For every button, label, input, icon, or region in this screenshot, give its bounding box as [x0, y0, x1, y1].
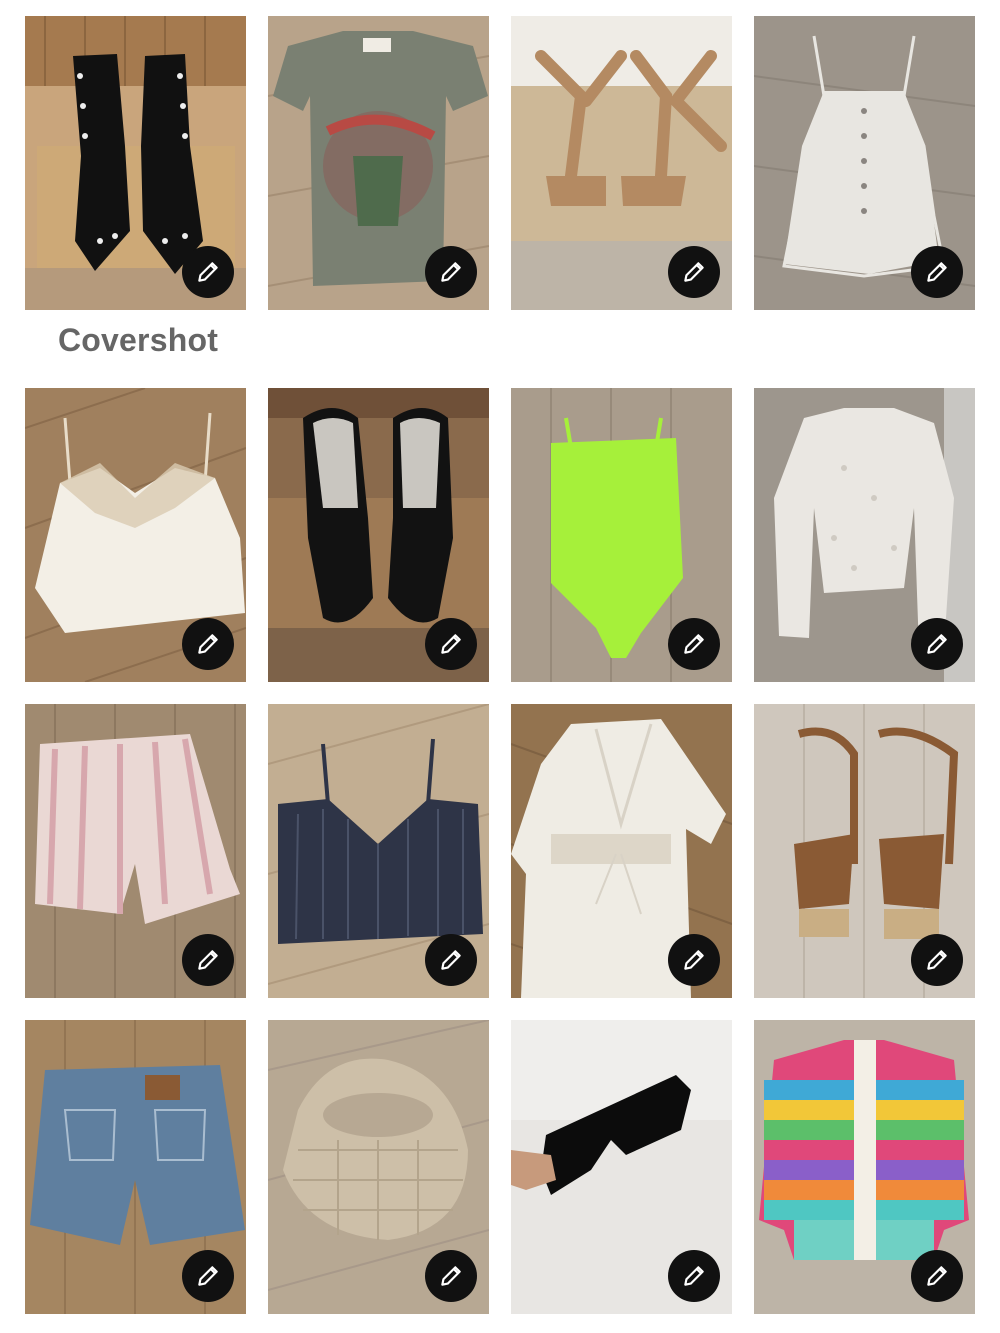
- pencil-icon: [441, 950, 461, 970]
- photo-tile-white-lace-top[interactable]: [754, 388, 975, 682]
- pencil-icon: [927, 634, 947, 654]
- pencil-icon: [684, 262, 704, 282]
- edit-button[interactable]: [668, 246, 720, 298]
- photo-tile-white-button-romper[interactable]: [754, 16, 975, 310]
- edit-button[interactable]: [668, 618, 720, 670]
- edit-button[interactable]: [182, 934, 234, 986]
- photo-tile-striped-linen-shorts[interactable]: [25, 704, 246, 998]
- pencil-icon: [684, 950, 704, 970]
- edit-button[interactable]: [911, 618, 963, 670]
- pencil-icon: [927, 262, 947, 282]
- pencil-icon: [684, 1266, 704, 1286]
- photo-tile-white-crochet-coverup[interactable]: [511, 704, 732, 998]
- pencil-icon: [441, 634, 461, 654]
- pencil-icon: [684, 634, 704, 654]
- pencil-icon: [198, 950, 218, 970]
- photo-tile-brown-cork-wedges[interactable]: [754, 704, 975, 998]
- photo-tile-tan-suede-sandals[interactable]: [511, 16, 732, 310]
- edit-button[interactable]: [425, 934, 477, 986]
- edit-button[interactable]: [911, 1250, 963, 1302]
- photo-tile-black-sunglasses[interactable]: [511, 1020, 732, 1314]
- pencil-icon: [927, 1266, 947, 1286]
- edit-button[interactable]: [911, 246, 963, 298]
- pencil-icon: [198, 262, 218, 282]
- edit-button[interactable]: [182, 246, 234, 298]
- photo-tile-rainbow-knit-cardigan[interactable]: [754, 1020, 975, 1314]
- pencil-icon: [441, 262, 461, 282]
- photo-tile-woven-leather-bag[interactable]: [268, 1020, 489, 1314]
- photo-tile-pleated-navy-cami[interactable]: [268, 704, 489, 998]
- edit-button[interactable]: [668, 934, 720, 986]
- edit-button[interactable]: [668, 1250, 720, 1302]
- pencil-icon: [198, 634, 218, 654]
- photo-tile-satin-lace-cami[interactable]: [25, 388, 246, 682]
- photo-tile-neon-green-bodysuit[interactable]: [511, 388, 732, 682]
- pencil-icon: [927, 950, 947, 970]
- photo-tile-rolling-stones-tee[interactable]: [268, 16, 489, 310]
- edit-button[interactable]: [182, 618, 234, 670]
- edit-button[interactable]: [425, 1250, 477, 1302]
- edit-button[interactable]: [425, 618, 477, 670]
- photo-tile-black-patent-pumps[interactable]: [268, 388, 489, 682]
- photo-tile-levis-denim-shorts[interactable]: [25, 1020, 246, 1314]
- covershot-label: Covershot: [58, 322, 219, 358]
- edit-button[interactable]: [182, 1250, 234, 1302]
- pencil-icon: [198, 1266, 218, 1286]
- edit-button[interactable]: [911, 934, 963, 986]
- pencil-icon: [441, 1266, 461, 1286]
- photo-tile-studded-black-boots[interactable]: [25, 16, 246, 310]
- edit-button[interactable]: [425, 246, 477, 298]
